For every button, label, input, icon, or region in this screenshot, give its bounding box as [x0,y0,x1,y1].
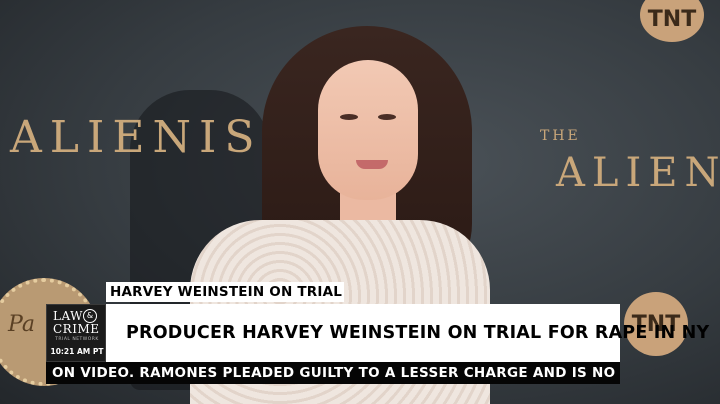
sponsor-seal-text: Pa [8,312,35,337]
person-face [318,60,418,200]
chyron-kicker: HARVEY WEINSTEIN ON TRIAL [106,282,344,302]
tnt-logo-top: TNT [640,0,704,42]
news-ticker-text: ON VIDEO. RAMONES PLEADED GUILTY TO A LE… [52,365,620,381]
person-mouth [356,160,388,169]
logo-crime-text: CRIME [53,322,100,336]
chyron-headline-bar: PRODUCER HARVEY WEINSTEIN ON TRIAL FOR R… [106,304,709,362]
logo-tagline: TRIAL NETWORK [55,337,99,342]
network-logo: LAW & CRIME TRIAL NETWORK 10:21 AM PT [46,304,106,362]
chyron-headline: PRODUCER HARVEY WEINSTEIN ON TRIAL FOR R… [126,323,710,343]
backdrop-right-text: ALIENIST [556,150,720,196]
backdrop-right-small-text: THE [540,128,581,144]
logo-ampersand-icon: & [83,309,97,323]
person-eye-right [378,114,396,120]
logo-law-text: LAW [53,309,83,323]
broadcast-time: 10:21 AM PT [50,347,104,356]
person-eye-left [340,114,358,120]
backdrop-left-text: ALIENIST [10,112,300,163]
news-ticker-bar: ON VIDEO. RAMONES PLEADED GUILTY TO A LE… [46,362,620,384]
